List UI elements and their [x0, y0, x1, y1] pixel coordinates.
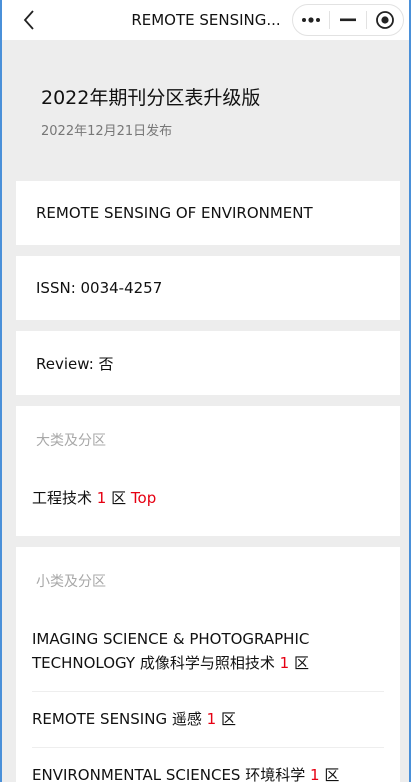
minor-zone-number: 1	[310, 766, 320, 782]
major-zone-number: 1	[96, 489, 107, 507]
more-button[interactable]	[293, 5, 329, 35]
minor-item-line: TECHNOLOGY 成像科学与照相技术 1 区	[32, 651, 392, 675]
minor-item-line: IMAGING SCIENCE & PHOTOGRAPHIC	[32, 630, 310, 648]
minor-zone-unit: 区	[293, 654, 309, 672]
minimize-icon	[339, 18, 356, 22]
nav-title: REMOTE SENSING...	[131, 11, 281, 29]
major-zone-unit: 区	[111, 489, 127, 507]
review-card: Review: 否	[16, 331, 400, 395]
minor-item-name: ENVIRONMENTAL SCIENCES 环境科学	[32, 766, 306, 782]
navigation-bar: REMOTE SENSING...	[0, 0, 411, 40]
capsule-menu	[292, 4, 404, 36]
top-badge: Top	[130, 489, 157, 507]
issn-value: ISSN: 0034-4257	[36, 279, 163, 297]
divider	[32, 747, 384, 748]
window-frame-left	[0, 0, 2, 782]
target-close-icon	[376, 11, 394, 29]
minor-zone-unit: 区	[220, 710, 236, 728]
divider	[32, 691, 384, 692]
close-button[interactable]	[367, 5, 403, 35]
journal-name: REMOTE SENSING OF ENVIRONMENT	[36, 204, 313, 222]
publish-date: 2022年12月21日发布	[41, 124, 173, 139]
journal-name-card: REMOTE SENSING OF ENVIRONMENT	[16, 181, 400, 245]
minor-zone-number: 1	[279, 654, 290, 672]
major-category-card: 大类及分区 工程技术 1 区 Top	[16, 406, 400, 536]
minor-item-name: REMOTE SENSING 遥感	[32, 710, 202, 728]
page-header: 2022年期刊分区表升级版 2022年12月21日发布	[41, 84, 381, 139]
list-item: REMOTE SENSING 遥感 1 区	[32, 707, 236, 731]
minor-category-card: 小类及分区 IMAGING SCIENCE & PHOTOGRAPHIC TEC…	[16, 547, 400, 782]
list-item: IMAGING SCIENCE & PHOTOGRAPHIC TECHNOLOG…	[32, 627, 392, 675]
page-title: 2022年期刊分区表升级版	[41, 87, 261, 109]
minor-zone-unit: 区	[324, 766, 340, 782]
back-button[interactable]	[14, 6, 44, 34]
issn-card: ISSN: 0034-4257	[16, 256, 400, 320]
minimize-button[interactable]	[330, 5, 366, 35]
major-category-name: 工程技术	[32, 489, 93, 507]
major-section-label: 大类及分区	[36, 433, 106, 449]
major-category-row: 工程技术 1 区 Top	[32, 486, 156, 510]
review-value: Review: 否	[36, 354, 114, 373]
list-item: ENVIRONMENTAL SCIENCES 环境科学 1 区	[32, 763, 339, 782]
chevron-left-icon	[23, 10, 34, 30]
minor-item-name: TECHNOLOGY 成像科学与照相技术	[32, 654, 275, 672]
more-dots-icon	[302, 17, 320, 23]
minor-zone-number: 1	[206, 710, 217, 728]
minor-section-label: 小类及分区	[36, 574, 106, 590]
